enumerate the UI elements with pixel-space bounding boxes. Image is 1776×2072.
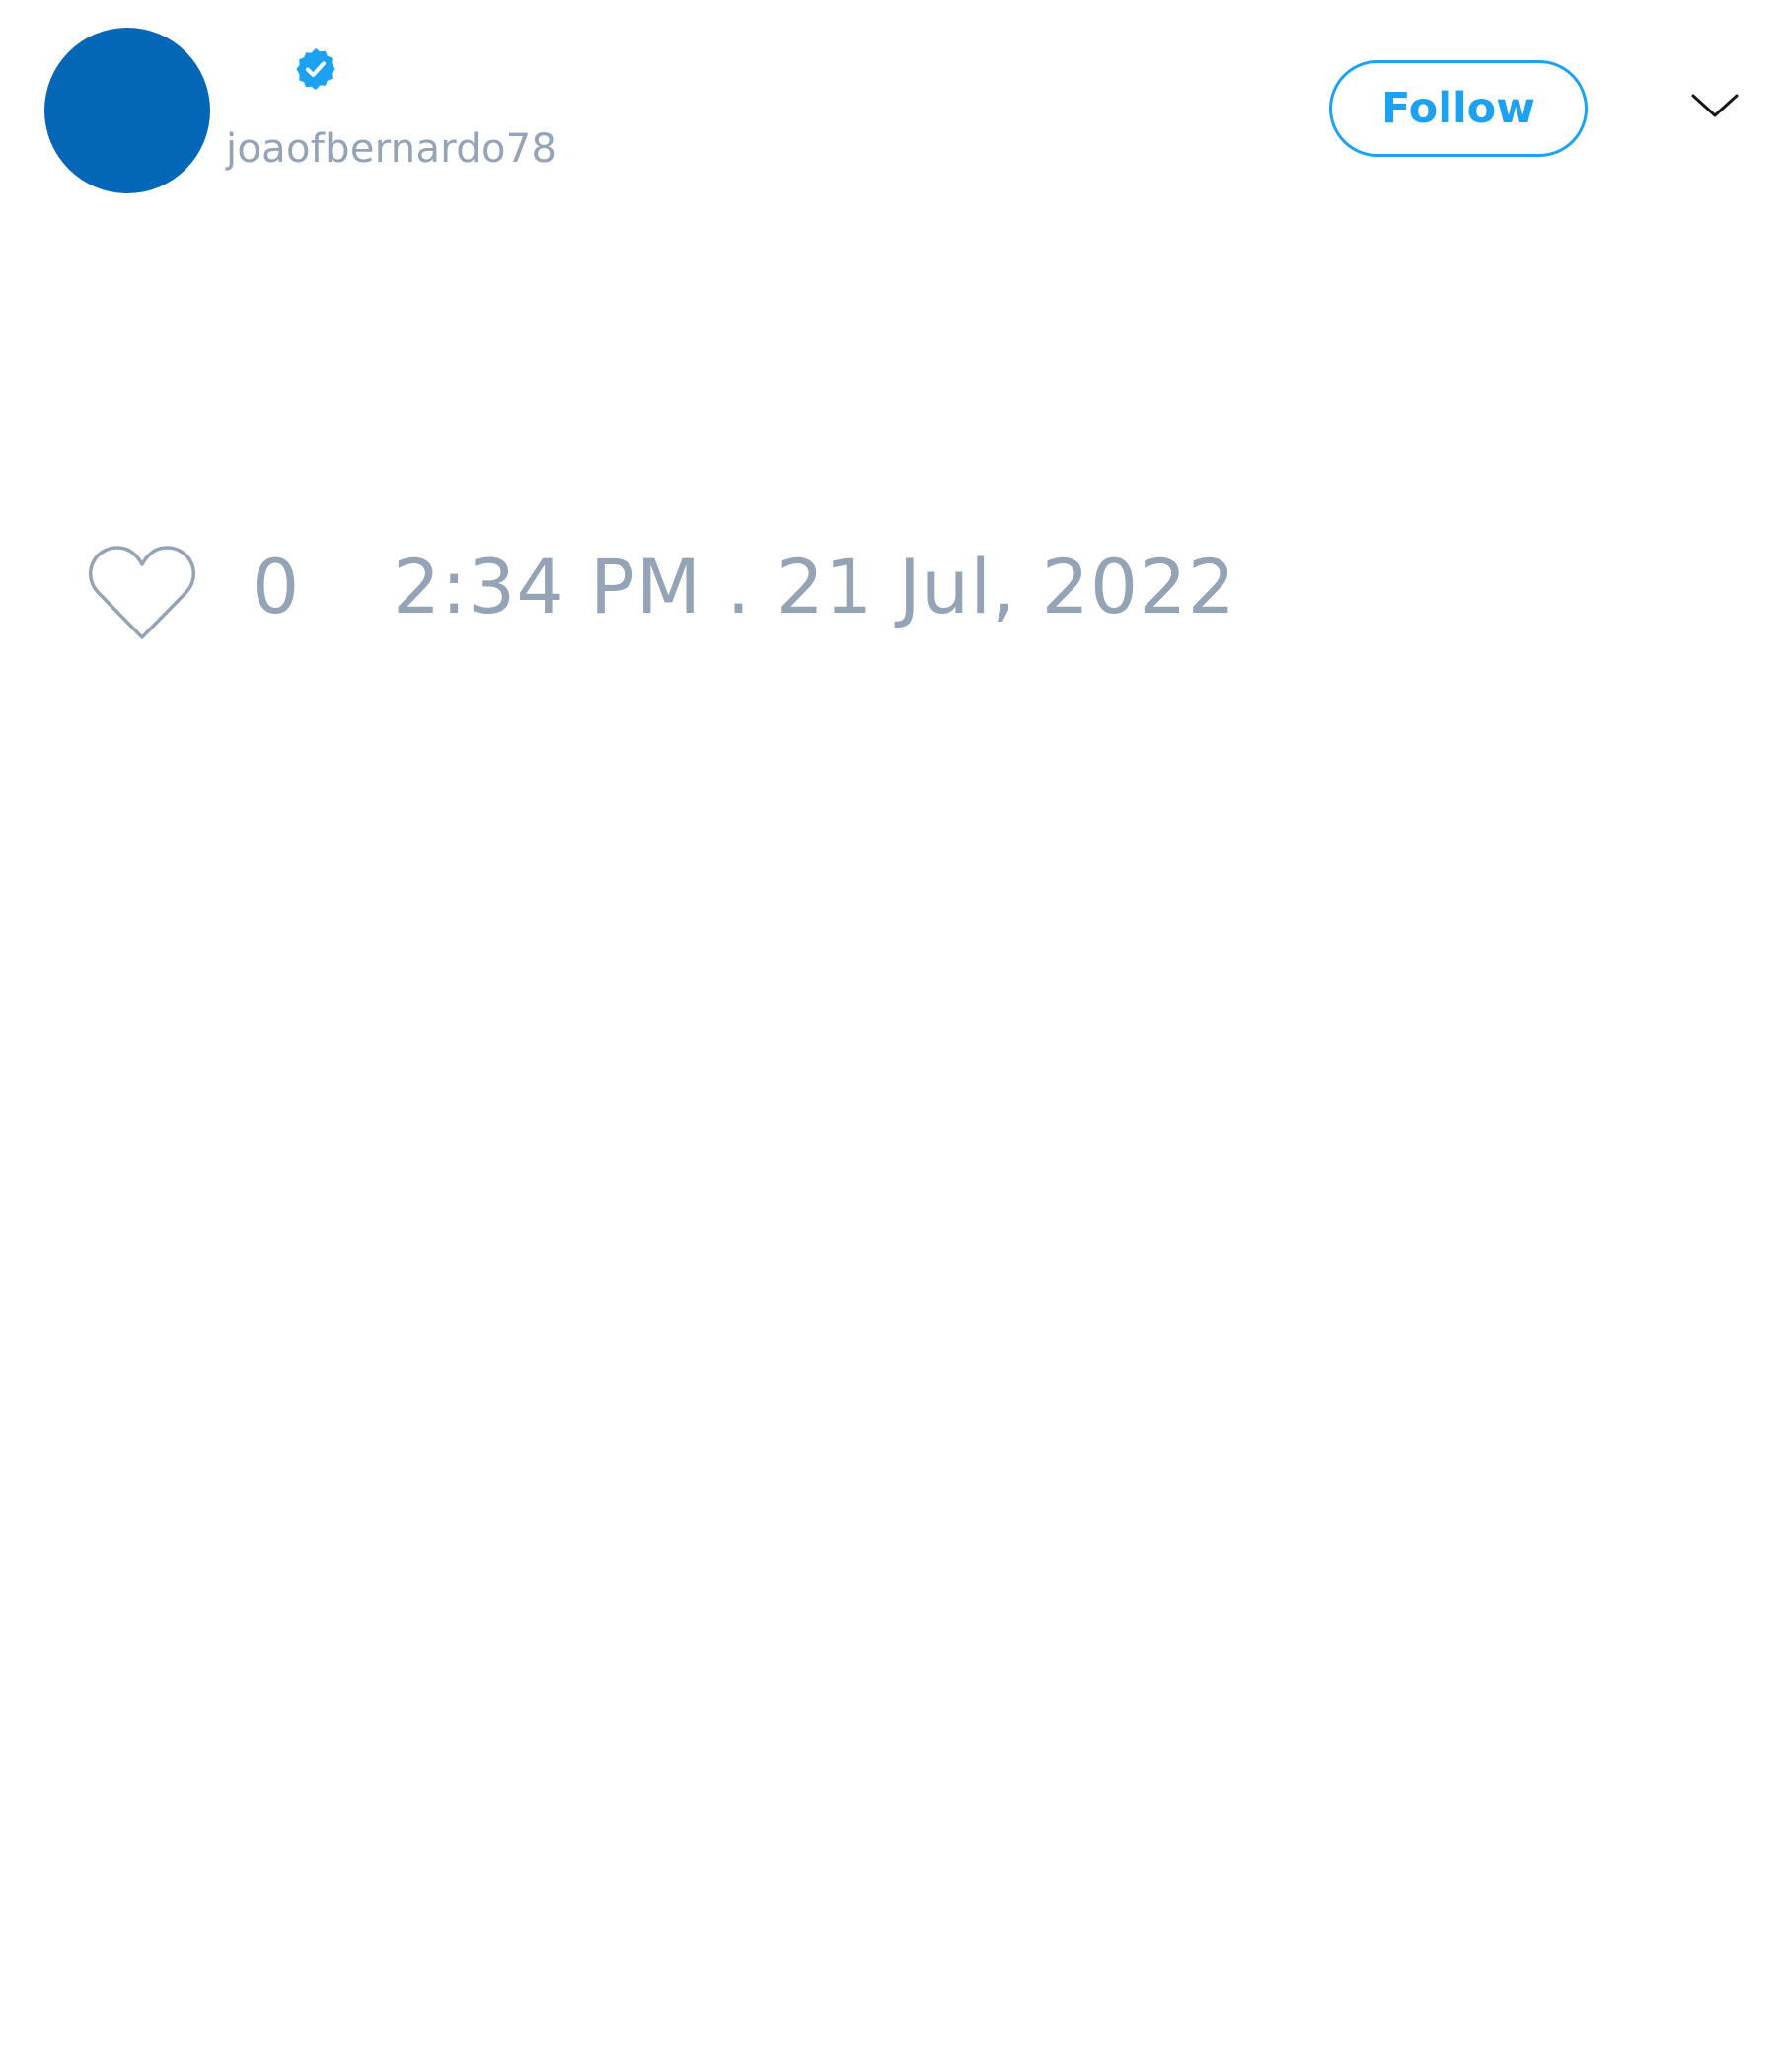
tweet-header: joaofbernardo78 Follow: [0, 0, 1776, 197]
author-handle[interactable]: joaofbernardo78: [226, 126, 556, 172]
verified-badge-icon: [296, 48, 335, 90]
tweet-actions: 0 2:34 PM . 21 Jul, 2022: [0, 533, 1776, 641]
like-count: 0: [252, 543, 300, 630]
avatar[interactable]: [44, 28, 210, 193]
tweet-timestamp[interactable]: 2:34 PM . 21 Jul, 2022: [393, 533, 1236, 641]
heart-icon[interactable]: [88, 543, 196, 641]
author-name-row: [227, 39, 339, 99]
follow-button[interactable]: Follow: [1329, 60, 1588, 157]
chevron-down-icon[interactable]: [1690, 91, 1739, 120]
